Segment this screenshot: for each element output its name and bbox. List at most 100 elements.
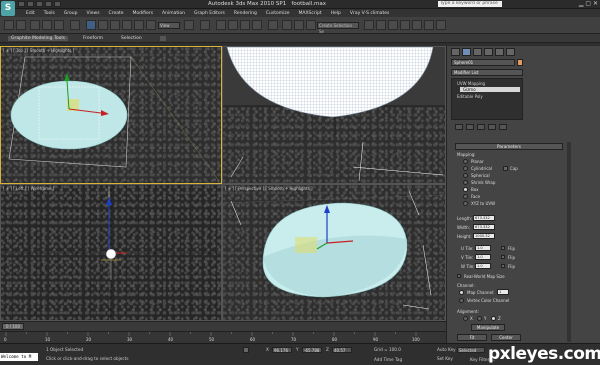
pin-stack-icon[interactable] bbox=[455, 124, 463, 130]
radio-face[interactable] bbox=[463, 194, 468, 199]
edit-named-selection-icon[interactable] bbox=[268, 20, 278, 30]
radio-cylindrical[interactable] bbox=[463, 166, 468, 171]
curve-editor-icon[interactable] bbox=[376, 20, 386, 30]
render-production-icon[interactable] bbox=[436, 20, 446, 30]
menu-help[interactable]: Help bbox=[331, 11, 341, 16]
angle-snap-icon[interactable] bbox=[228, 20, 238, 30]
viewport-label[interactable]: [ + ] [ Top ] [ Smooth + Highlights ] bbox=[3, 48, 74, 53]
utilities-tab-icon[interactable] bbox=[506, 48, 515, 56]
radio-align-y[interactable] bbox=[477, 316, 482, 321]
align-icon[interactable] bbox=[294, 20, 304, 30]
wtile-spinner[interactable]: 1.0 bbox=[475, 263, 491, 269]
menu-vray[interactable]: Vray V-S climates bbox=[350, 11, 390, 16]
maxscript-listener[interactable]: Welcome to M bbox=[0, 353, 38, 361]
make-unique-icon[interactable] bbox=[477, 124, 485, 130]
viewport-left[interactable]: [ + ] [ Left ] [ Wireframe ] bbox=[0, 184, 222, 321]
v-flip-checkbox[interactable] bbox=[501, 255, 505, 259]
menu-customize[interactable]: Customize bbox=[266, 11, 290, 16]
selection-region-icon[interactable] bbox=[110, 20, 120, 30]
add-time-tag[interactable]: Add Time Tag bbox=[374, 357, 402, 362]
hierarchy-tab-icon[interactable] bbox=[473, 48, 482, 56]
menu-modifiers[interactable]: Modifiers bbox=[133, 11, 154, 16]
undo-icon[interactable] bbox=[45, 1, 52, 7]
radio-map-channel[interactable] bbox=[459, 290, 464, 295]
z-coordinate[interactable]: 40.57 bbox=[332, 347, 352, 353]
stack-item-editable-poly[interactable]: Editable Poly bbox=[457, 94, 483, 99]
menu-maxscript[interactable]: MAXScript bbox=[299, 11, 322, 16]
vtile-spinner[interactable]: 1.0 bbox=[475, 254, 491, 260]
viewport-front[interactable] bbox=[222, 46, 446, 184]
render-setup-icon[interactable] bbox=[412, 20, 422, 30]
cap-checkbox[interactable] bbox=[503, 166, 508, 171]
length-spinner[interactable]: 673.332 bbox=[473, 215, 495, 221]
height-spinner[interactable]: 1000.32 bbox=[473, 233, 495, 239]
radio-spherical[interactable] bbox=[463, 173, 468, 178]
manipulate-button[interactable]: Manipulate bbox=[471, 324, 505, 331]
parameters-rollout[interactable]: Parameters bbox=[455, 143, 563, 150]
radio-align-z[interactable] bbox=[491, 316, 496, 321]
utile-spinner[interactable]: 1.0 bbox=[475, 245, 491, 251]
manipulate-icon[interactable] bbox=[200, 20, 210, 30]
radio-box[interactable] bbox=[463, 187, 468, 192]
viewport-perspective[interactable]: [ + ] [ Perspective ] [ Smooth + Highlig… bbox=[222, 184, 446, 321]
time-slider-thumb[interactable]: 0 / 100 bbox=[2, 323, 24, 330]
percent-snap-icon[interactable] bbox=[240, 20, 250, 30]
move-icon[interactable] bbox=[134, 20, 144, 30]
menu-animation[interactable]: Animation bbox=[162, 11, 185, 16]
select-object-icon[interactable] bbox=[86, 20, 96, 30]
search-input[interactable]: Type a keyword or phrase bbox=[438, 1, 502, 7]
rotate-icon[interactable] bbox=[146, 20, 156, 30]
graphite-toggle-icon[interactable] bbox=[364, 20, 374, 30]
display-tab-icon[interactable] bbox=[495, 48, 504, 56]
tab-freeform[interactable]: Freeform bbox=[83, 36, 103, 41]
time-slider[interactable]: 0 / 100 bbox=[0, 321, 446, 331]
modifier-list-dropdown[interactable]: Modifier List bbox=[451, 69, 523, 76]
key-mode-dropdown[interactable]: Selected bbox=[457, 347, 485, 353]
window-crossing-icon[interactable] bbox=[122, 20, 132, 30]
schematic-view-icon[interactable] bbox=[388, 20, 398, 30]
bind-space-warp-icon[interactable] bbox=[54, 20, 64, 30]
menu-graph-editors[interactable]: Graph Editors bbox=[194, 11, 225, 16]
undo-tool-icon[interactable] bbox=[4, 20, 14, 30]
quick-save-icon[interactable] bbox=[36, 1, 43, 7]
object-name-field[interactable]: Sphere01 bbox=[451, 59, 515, 66]
show-end-result-icon[interactable] bbox=[466, 124, 474, 130]
panel-scrollbar[interactable] bbox=[567, 142, 571, 342]
unlink-icon[interactable] bbox=[42, 20, 52, 30]
real-world-checkbox[interactable] bbox=[457, 274, 461, 278]
timeline-track[interactable]: 0 10 20 30 40 50 60 70 80 90 100 bbox=[0, 331, 446, 343]
window-controls[interactable]: ▁ ▢ ✕ bbox=[579, 0, 598, 7]
set-key-button[interactable]: Set Key bbox=[437, 356, 453, 361]
select-by-name-icon[interactable] bbox=[98, 20, 108, 30]
auto-key-button[interactable]: Auto Key bbox=[437, 347, 456, 352]
menu-edit[interactable]: Edit bbox=[26, 11, 35, 16]
quick-open-icon[interactable] bbox=[27, 1, 34, 7]
x-coordinate[interactable]: 96.176 bbox=[272, 347, 292, 353]
ribbon-toggle-icon[interactable] bbox=[160, 36, 166, 41]
lock-selection-icon[interactable] bbox=[243, 347, 249, 353]
pivot-center-icon[interactable] bbox=[184, 20, 194, 30]
radio-vertex-color[interactable] bbox=[459, 298, 464, 303]
modify-tab-icon[interactable] bbox=[462, 48, 471, 56]
redo-icon[interactable] bbox=[54, 1, 61, 7]
tab-selection[interactable]: Selection bbox=[121, 36, 142, 41]
viewport-label[interactable]: [ + ] [ Perspective ] [ Smooth + Highlig… bbox=[225, 186, 313, 191]
stack-item-uvw-mapping[interactable]: UVW Mapping bbox=[457, 81, 485, 86]
tab-graphite-modeling-tools[interactable]: Graphite Modeling Tools bbox=[8, 36, 69, 41]
menu-group[interactable]: Group bbox=[64, 11, 78, 16]
motion-tab-icon[interactable] bbox=[484, 48, 493, 56]
menu-rendering[interactable]: Rendering bbox=[234, 11, 257, 16]
radio-planar[interactable] bbox=[463, 159, 468, 164]
reference-coordinate-dropdown[interactable]: View bbox=[158, 22, 180, 29]
remove-modifier-icon[interactable] bbox=[488, 124, 496, 130]
configure-sets-icon[interactable] bbox=[499, 124, 507, 130]
w-flip-checkbox[interactable] bbox=[501, 264, 505, 268]
menu-tools[interactable]: Tools bbox=[44, 11, 55, 16]
u-flip-checkbox[interactable] bbox=[501, 246, 505, 250]
quick-new-icon[interactable] bbox=[18, 1, 25, 7]
viewport-top[interactable]: [ + ] [ Top ] [ Smooth + Highlights ] bbox=[0, 46, 222, 184]
spinner-snap-icon[interactable] bbox=[252, 20, 262, 30]
fit-button[interactable]: Fit bbox=[457, 334, 487, 341]
snap-toggle-icon[interactable] bbox=[216, 20, 226, 30]
y-coordinate[interactable]: -65.788 bbox=[302, 347, 322, 353]
